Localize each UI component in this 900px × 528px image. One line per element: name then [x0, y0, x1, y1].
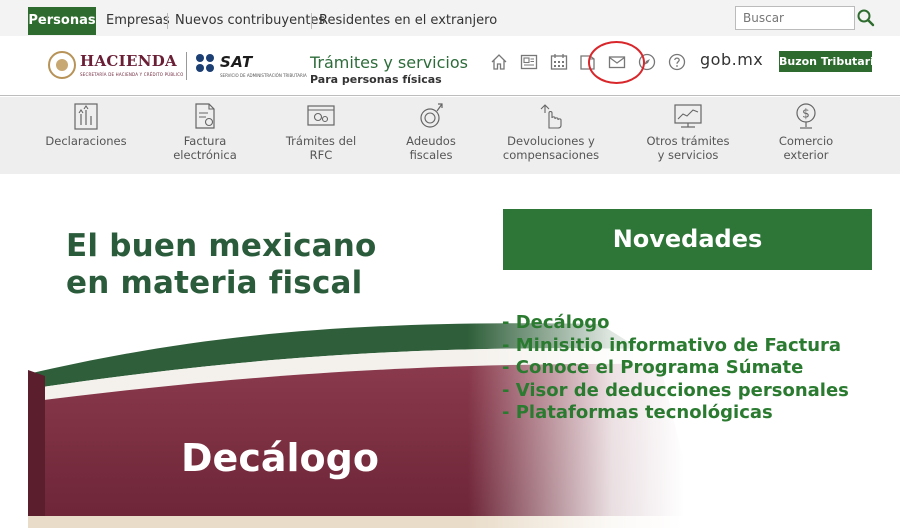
mail-icon[interactable]: [607, 52, 627, 72]
service-declaraciones[interactable]: Declaraciones: [26, 97, 146, 174]
service-otros-tramites[interactable]: Otros trámites y servicios: [628, 97, 748, 174]
comercio-exterior-icon: $: [791, 101, 821, 131]
tab-divider: [167, 13, 168, 29]
banner-ribbon-title: Decálogo: [181, 436, 379, 480]
banner-headline: El buen mexicano en materia fiscal: [66, 228, 377, 301]
rfc-icon: [306, 101, 336, 131]
sat-dots-icon: [196, 54, 216, 74]
mexico-seal-icon: [48, 51, 76, 79]
service-comercio-exterior[interactable]: $ Comercio exterior: [746, 97, 866, 174]
newspaper-icon[interactable]: [519, 52, 539, 72]
novedades-item-programa-sumate[interactable]: - Conoce el Programa Súmate: [502, 357, 849, 380]
sat-logo-subtext: SERVICIO DE ADMINISTRACIÓN TRIBUTARIA: [220, 73, 307, 78]
buzon-tributario-button[interactable]: Buzon Tributario: [779, 51, 881, 72]
hacienda-logo-text: HACIENDA: [80, 52, 177, 70]
tab-residentes-extranjero[interactable]: Residentes en el extranjero: [319, 7, 497, 35]
sat-logo[interactable]: SAT SERVICIO DE ADMINISTRACIÓN TRIBUTARI…: [196, 52, 307, 82]
calendar-icon[interactable]: [549, 52, 569, 72]
services-navigation: Declaraciones Factura electrónica Trámite…: [0, 97, 900, 174]
sat-logo-text: SAT: [220, 53, 253, 71]
service-label: Trámites del RFC: [285, 134, 357, 162]
top-navigation-bar: Personas Empresas Nuevos contribuyentes …: [0, 0, 900, 36]
novedades-item-plataformas[interactable]: - Plataformas tecnológicas: [502, 402, 849, 425]
home-icon[interactable]: [489, 52, 509, 72]
service-adeudos-fiscales[interactable]: Adeudos fiscales: [371, 97, 491, 174]
tab-divider: [311, 13, 312, 29]
factura-icon: [190, 101, 220, 131]
novedades-list: - Decálogo - Minisitio informativo de Fa…: [502, 312, 849, 425]
adeudos-icon: [416, 101, 446, 131]
hero-banner[interactable]: El buen mexicano en materia fiscal Decálo…: [0, 174, 900, 528]
tab-personas[interactable]: Personas: [28, 7, 96, 35]
search-input[interactable]: [735, 6, 855, 30]
svg-text:$: $: [802, 107, 810, 121]
novedades-header: Novedades: [503, 209, 872, 270]
declaraciones-icon: [71, 101, 101, 131]
service-label: Otros trámites y servicios: [646, 134, 730, 162]
gob-mx-link[interactable]: gob.mx: [700, 50, 763, 69]
devoluciones-icon: [536, 101, 566, 131]
otros-tramites-icon: [673, 101, 703, 131]
service-factura-electronica[interactable]: Factura electrónica: [145, 97, 265, 174]
site-header: HACIENDA SECRETARÍA DE HACIENDA Y CRÉDIT…: [0, 36, 900, 96]
service-label: Declaraciones: [45, 134, 127, 148]
service-label: Comercio exterior: [778, 134, 834, 162]
tab-empresas[interactable]: Empresas: [106, 7, 170, 35]
service-label: Factura electrónica: [173, 134, 237, 162]
service-tramites-rfc[interactable]: Trámites del RFC: [261, 97, 381, 174]
page-subtitle: Para personas físicas: [310, 73, 442, 86]
help-icon[interactable]: [667, 52, 687, 72]
compass-icon[interactable]: [637, 52, 657, 72]
hacienda-logo-subtext: SECRETARÍA DE HACIENDA Y CRÉDITO PÚBLICO: [80, 72, 184, 77]
page-title: Trámites y servicios: [310, 53, 468, 72]
novedades-item-minisitio-factura[interactable]: - Minisitio informativo de Factura: [502, 335, 849, 358]
service-label: Adeudos fiscales: [406, 134, 456, 162]
hacienda-logo[interactable]: HACIENDA SECRETARÍA DE HACIENDA Y CRÉDIT…: [48, 50, 183, 84]
search-icon[interactable]: [856, 8, 876, 28]
logo-divider: [186, 52, 187, 80]
service-devoluciones[interactable]: Devoluciones y compensaciones: [491, 97, 611, 174]
tab-nuevos-contribuyentes[interactable]: Nuevos contribuyentes: [175, 7, 325, 35]
service-label: Devoluciones y compensaciones: [502, 134, 600, 162]
novedades-item-decalogo[interactable]: - Decálogo: [502, 312, 849, 335]
novedades-item-visor-deducciones[interactable]: - Visor de deducciones personales: [502, 380, 849, 403]
book-icon[interactable]: [578, 52, 598, 72]
